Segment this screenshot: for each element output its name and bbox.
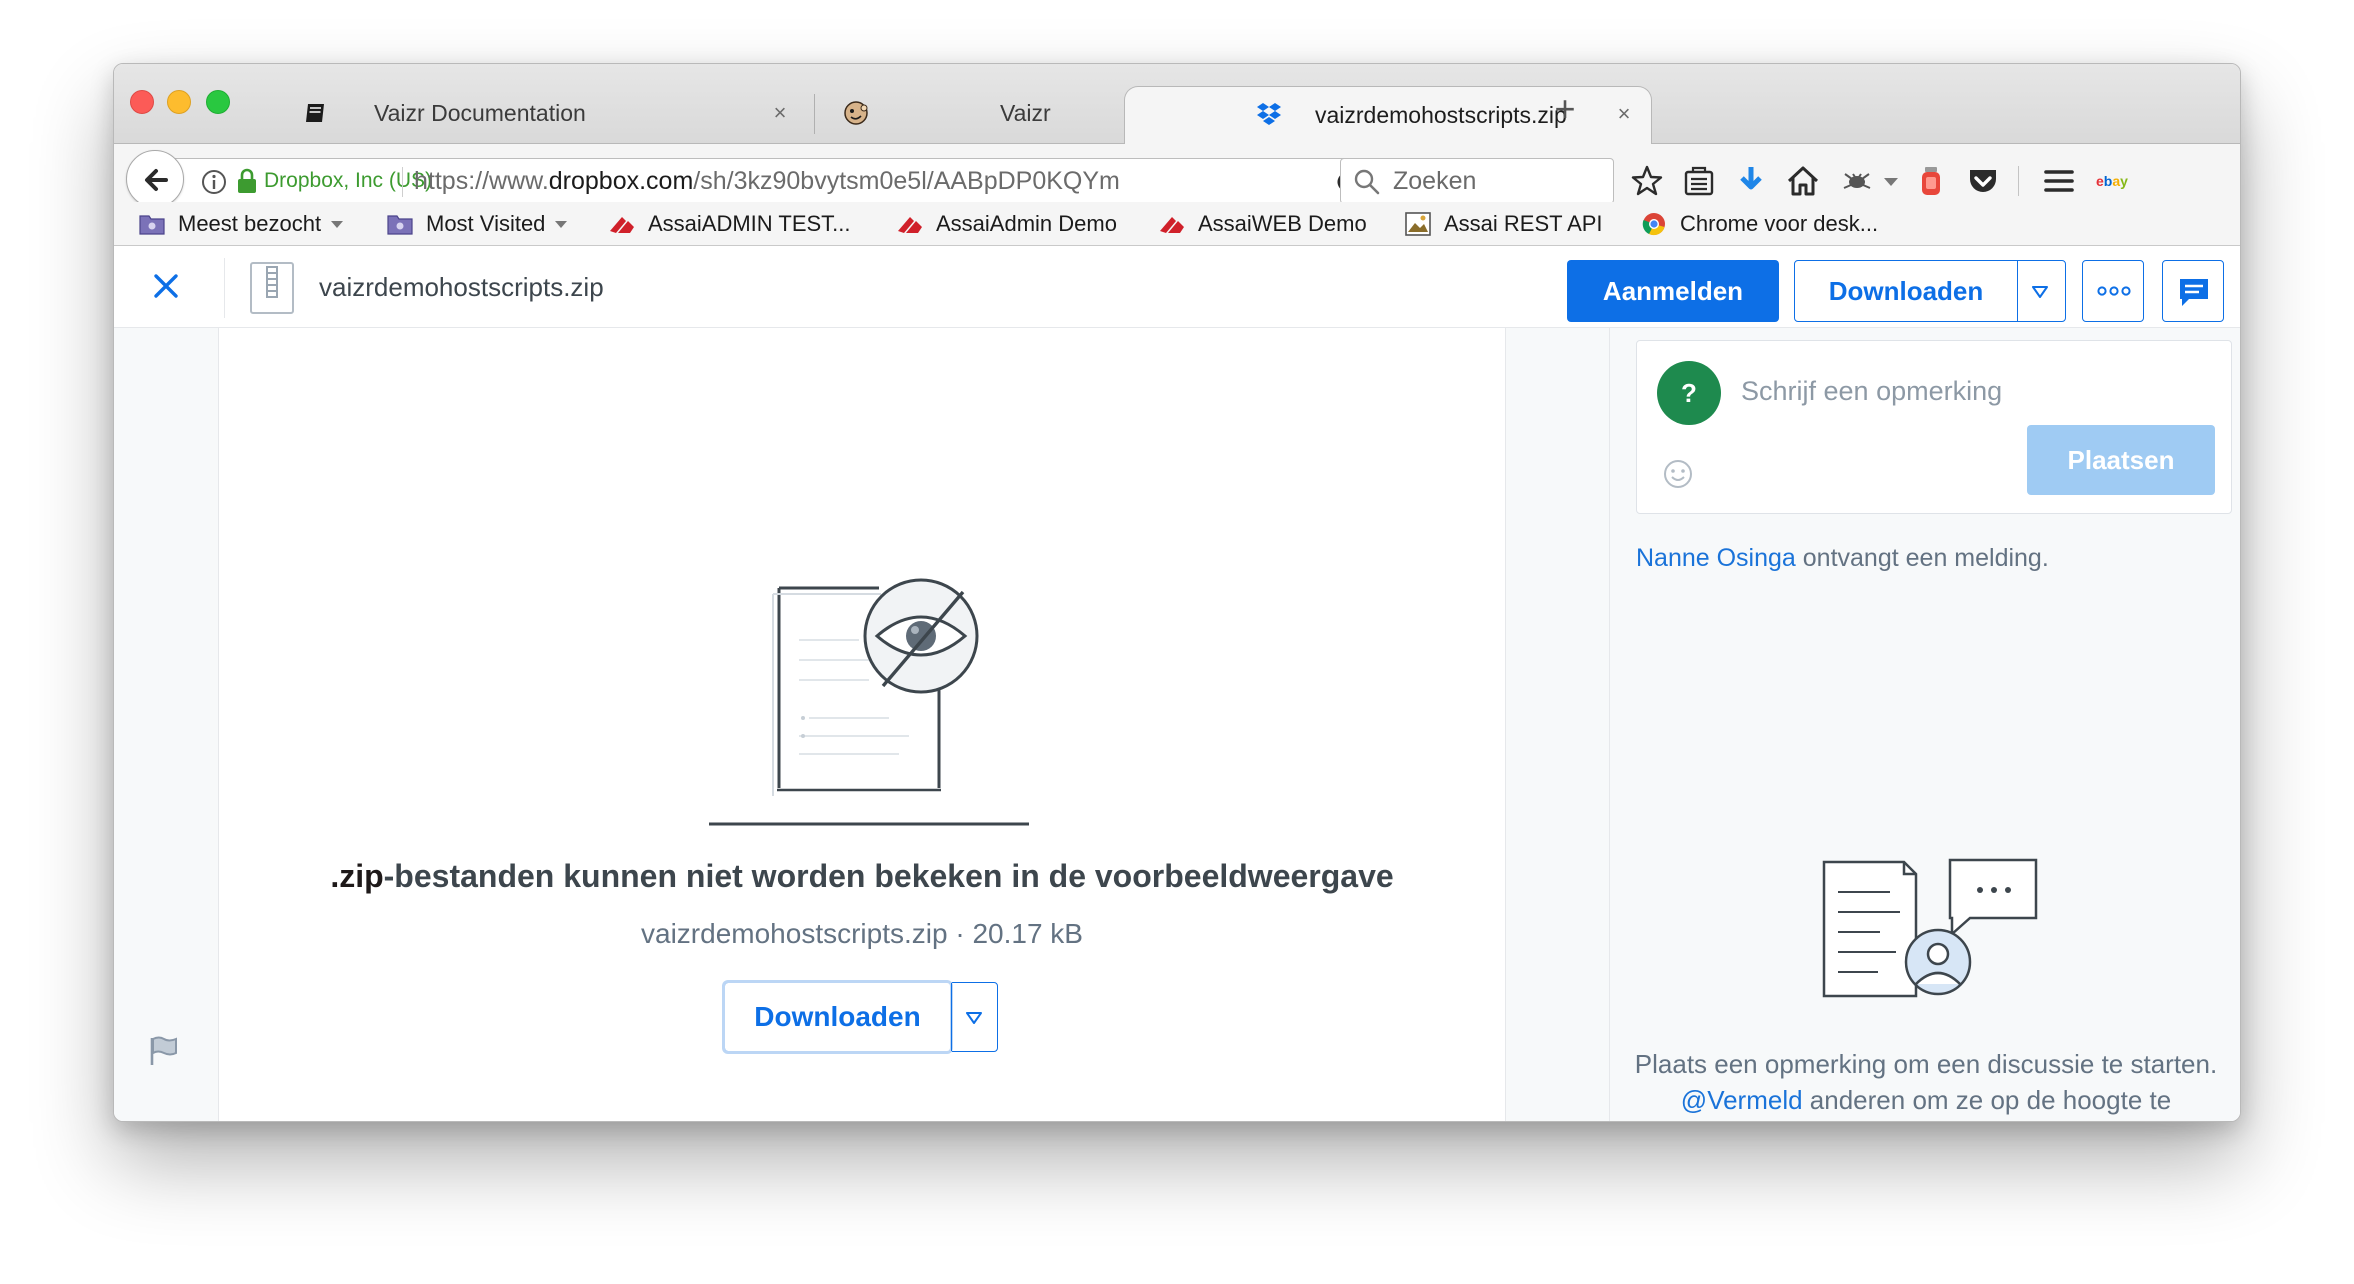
close-icon[interactable] bbox=[150, 270, 182, 302]
ebay-icon[interactable]: ebay bbox=[2094, 164, 2134, 198]
avatar: ? bbox=[1657, 361, 1721, 425]
zoom-window-button[interactable] bbox=[206, 90, 230, 114]
bookmark-label: AssaiWEB Demo bbox=[1198, 211, 1367, 236]
comments-toggle-button[interactable] bbox=[2162, 260, 2224, 322]
chrome-icon bbox=[1642, 213, 1665, 236]
dropbox-icon bbox=[1257, 103, 1281, 125]
tab-strip: Vaizr Documentation × Vaizr × vaizrdemoh… bbox=[114, 64, 2240, 144]
chevron-down-icon bbox=[331, 220, 344, 228]
bookmark-assaiweb-demo[interactable]: AssaiWEB Demo bbox=[1158, 202, 1367, 246]
bookmark-assai-rest-api[interactable]: Assai REST API bbox=[1404, 202, 1603, 246]
minimize-window-button[interactable] bbox=[167, 90, 191, 114]
navigation-bar: Dropbox, Inc (US) https://www.dropbox.co… bbox=[114, 144, 2240, 208]
extension-dropdown-arrow[interactable] bbox=[1884, 178, 1898, 186]
home-icon[interactable] bbox=[1786, 164, 1820, 198]
hamburger-menu-icon[interactable] bbox=[2042, 164, 2076, 198]
comment-composer: ? Plaatsen bbox=[1636, 340, 2232, 514]
sign-in-button[interactable]: Aanmelden bbox=[1567, 260, 1779, 322]
bookmark-label: AssaiAdmin Demo bbox=[936, 211, 1117, 236]
mailchimp-icon bbox=[844, 101, 868, 125]
book-icon bbox=[306, 104, 324, 122]
bookmark-star-icon[interactable] bbox=[1630, 164, 1664, 198]
no-preview-illustration bbox=[709, 578, 1029, 826]
preview-unavailable-message: .zip-bestanden kunnen niet worden bekeke… bbox=[330, 858, 1394, 894]
file-name: vaizrdemohostscripts.zip bbox=[319, 272, 604, 302]
svg-text:ebay: ebay bbox=[2096, 173, 2128, 189]
notify-user-link[interactable]: Nanne Osinga bbox=[1636, 544, 1796, 572]
tab-vaizr-documentation[interactable]: Vaizr Documentation × bbox=[274, 82, 808, 144]
download-button-group: Downloaden bbox=[1794, 260, 2066, 322]
search-icon bbox=[1354, 169, 1380, 195]
empty-comments-text: Plaats een opmerking om een discussie te… bbox=[1634, 1049, 2218, 1115]
bookmark-meest-bezocht[interactable]: Meest bezocht bbox=[138, 202, 344, 246]
button-split-divider bbox=[951, 983, 952, 1051]
comment-input[interactable] bbox=[1741, 371, 2201, 411]
download-button[interactable]: Downloaden bbox=[1795, 261, 2017, 321]
url-divider bbox=[402, 167, 403, 197]
mention-link[interactable]: @Vermeld bbox=[1681, 1085, 1803, 1115]
bookmark-label: AssaiADMIN TEST... bbox=[648, 211, 851, 236]
button-split-divider bbox=[2017, 261, 2018, 321]
search-bar[interactable]: Zoeken bbox=[1340, 158, 1614, 204]
assai-icon bbox=[610, 217, 634, 233]
preview-download-button-group: Downloaden bbox=[724, 982, 998, 1052]
toolbar-separator bbox=[2018, 166, 2019, 196]
bookmark-label: Meest bezocht bbox=[178, 211, 322, 236]
image-icon bbox=[1405, 212, 1431, 236]
preview-download-button[interactable]: Downloaden bbox=[725, 983, 950, 1051]
reading-list-icon[interactable] bbox=[1682, 164, 1716, 198]
tab-title: vaizrdemohostscripts.zip bbox=[1315, 102, 1567, 128]
bookmark-assaiadmin-demo[interactable]: AssaiAdmin Demo bbox=[896, 202, 1117, 246]
tab-title: Vaizr Documentation bbox=[374, 100, 586, 126]
browser-window: Vaizr Documentation × Vaizr × vaizrdemoh… bbox=[113, 63, 2241, 1122]
tab-title: Vaizr bbox=[1000, 100, 1051, 126]
chevron-down-icon[interactable] bbox=[2029, 281, 2051, 303]
folder-icon bbox=[139, 215, 165, 235]
extension-bug-icon[interactable] bbox=[1840, 164, 1874, 198]
back-button[interactable] bbox=[126, 150, 184, 208]
assai-icon bbox=[1160, 217, 1184, 233]
notification-notice: Nanne Osinga ontvangt een melding. bbox=[1636, 544, 2049, 572]
close-window-button[interactable] bbox=[130, 90, 154, 114]
bookmark-chrome-voor-desktop[interactable]: Chrome voor desk... bbox=[1640, 202, 1878, 246]
bookmark-label: Chrome voor desk... bbox=[1680, 211, 1879, 236]
bookmark-most-visited[interactable]: Most Visited bbox=[386, 202, 568, 246]
content-area: .zip-bestanden kunnen niet worden bekeke… bbox=[114, 328, 2240, 1121]
bookmark-label: Most Visited bbox=[426, 211, 546, 236]
more-options-button[interactable] bbox=[2082, 260, 2144, 322]
flag-icon[interactable] bbox=[146, 1034, 180, 1068]
dropbox-header: vaizrdemohostscripts.zip Aanmelden Downl… bbox=[114, 246, 2240, 328]
file-meta: vaizrdemohostscripts.zip · 20.17 kB bbox=[641, 918, 1083, 949]
zip-file-icon bbox=[250, 262, 294, 314]
emoji-icon[interactable] bbox=[1661, 457, 1695, 491]
assai-icon bbox=[898, 217, 922, 233]
chevron-down-icon[interactable] bbox=[963, 1007, 985, 1029]
file-preview-card: .zip-bestanden kunnen niet worden bekeke… bbox=[218, 328, 1506, 1121]
extension-jar-icon[interactable] bbox=[1914, 164, 1948, 198]
url-bar[interactable]: Dropbox, Inc (US) https://www.dropbox.co… bbox=[172, 158, 1438, 204]
new-tab-icon[interactable]: + bbox=[1548, 91, 1582, 128]
site-identity: Dropbox, Inc (US) bbox=[264, 169, 433, 192]
bookmarks-bar: Meest bezocht Most Visited AssaiADMIN TE… bbox=[114, 202, 2240, 246]
discussion-illustration bbox=[1822, 858, 2038, 998]
folder-icon bbox=[387, 215, 413, 235]
url-text[interactable]: https://www.dropbox.com/sh/3kz90bvytsm0e… bbox=[414, 159, 1120, 203]
lock-icon bbox=[238, 168, 256, 193]
bookmark-label: Assai REST API bbox=[1444, 211, 1603, 236]
chevron-down-icon bbox=[555, 220, 568, 228]
search-placeholder: Zoeken bbox=[1393, 167, 1477, 195]
more-dots-icon bbox=[2097, 286, 2131, 296]
close-tab-icon[interactable]: × bbox=[1613, 103, 1635, 125]
close-tab-icon[interactable]: × bbox=[769, 102, 791, 124]
bookmark-assaiadmin-test[interactable]: AssaiADMIN TEST... bbox=[608, 202, 851, 246]
arrow-left-icon bbox=[145, 169, 168, 191]
header-divider bbox=[224, 258, 225, 318]
downloads-icon[interactable] bbox=[1734, 164, 1768, 198]
pocket-icon[interactable] bbox=[1966, 164, 2000, 198]
comment-icon bbox=[2180, 279, 2208, 306]
info-icon[interactable] bbox=[200, 168, 228, 196]
comments-sidebar: ? Plaatsen Nanne Osinga ontvangt een mel… bbox=[1609, 328, 2240, 1121]
post-comment-button[interactable]: Plaatsen bbox=[2027, 425, 2215, 495]
